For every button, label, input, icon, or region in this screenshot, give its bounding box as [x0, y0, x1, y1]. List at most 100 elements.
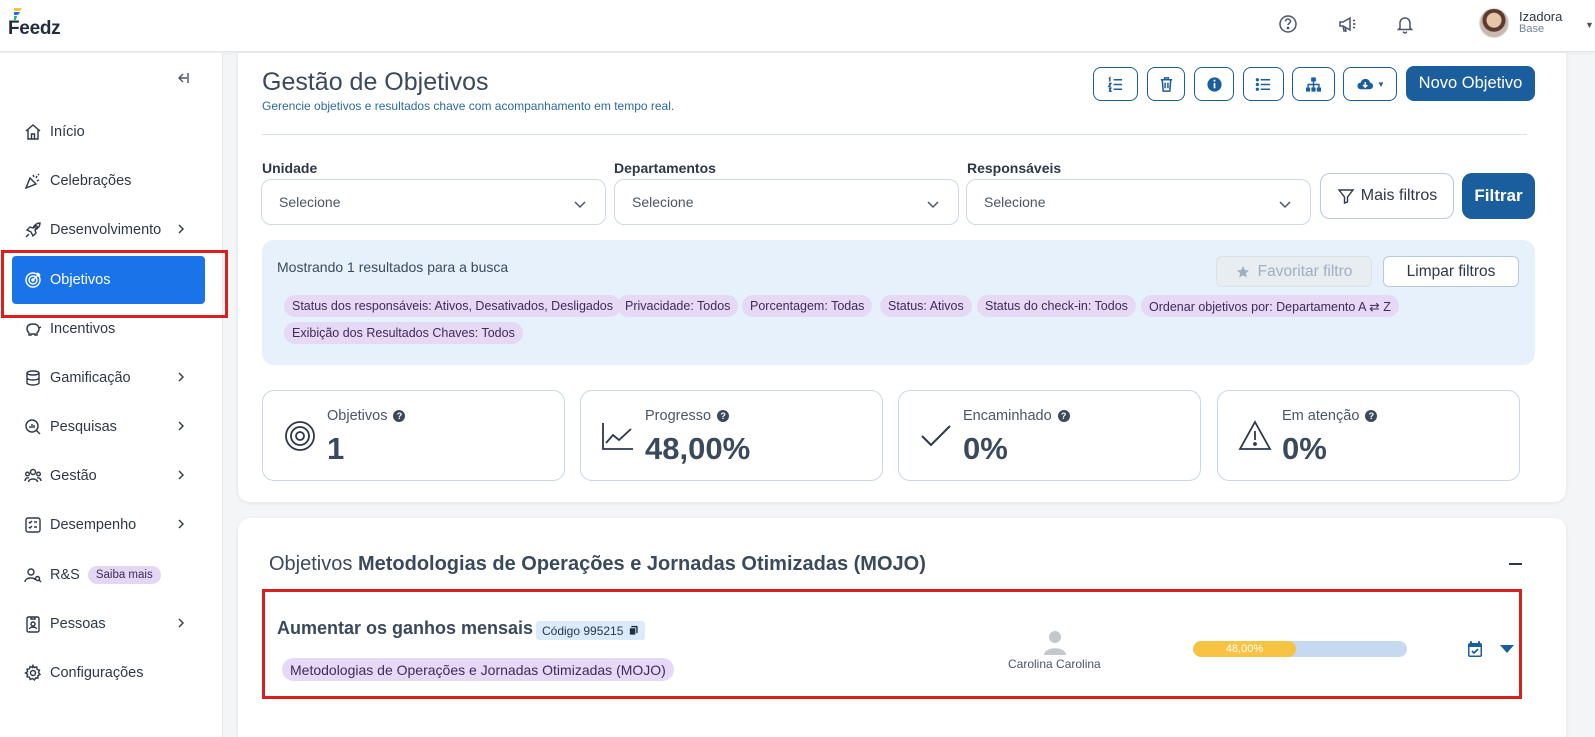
sidebar-item-label: Pesquisas — [50, 419, 117, 435]
feedz-logo-mark-icon — [14, 8, 22, 20]
filter-chip: Exibição dos Resultados Chaves: Todos — [284, 322, 523, 344]
party-popper-icon — [24, 173, 40, 190]
more-filters-button[interactable]: Mais filtros — [1320, 173, 1454, 219]
target-icon — [25, 272, 41, 288]
stat-label: Encaminhado — [963, 408, 1052, 424]
objective-department-tag: Metodologias de Operações e Jornadas Oti… — [282, 658, 674, 681]
sidebar-item-objetivos[interactable]: Objetivos — [12, 256, 205, 304]
sidebar-item-label: Incentivos — [50, 321, 116, 337]
chevron-down-icon — [574, 201, 586, 209]
objective-owner: Carolina Carolina — [1008, 657, 1101, 671]
list-view-button[interactable] — [1243, 67, 1284, 101]
sidebar-item-label: Pessoas — [50, 616, 106, 632]
sidebar-item-rs[interactable]: R&S Saiba mais — [12, 555, 205, 595]
stat-label: Em atenção — [1282, 408, 1360, 424]
gear-icon — [24, 664, 42, 682]
new-objective-button[interactable]: Novo Objetivo — [1406, 66, 1535, 101]
header-divider — [262, 134, 1527, 135]
people-icon — [24, 468, 42, 483]
unidade-select-placeholder: Selecione — [279, 194, 341, 210]
help-icon[interactable]: ? — [1057, 410, 1070, 422]
checklist-icon — [25, 517, 41, 533]
calendar-check-icon[interactable] — [1466, 640, 1484, 658]
user-menu[interactable]: Izadora Base ▼ — [1479, 8, 1594, 38]
chevron-down-icon — [927, 201, 939, 209]
expand-objective-icon[interactable] — [1500, 645, 1514, 653]
user-name: Izadora — [1519, 9, 1563, 24]
page-title: Gestão de Objetivos — [262, 68, 489, 96]
sidebar-item-label: Celebrações — [50, 173, 132, 189]
chevron-right-icon — [178, 372, 184, 382]
hierarchy-view-button[interactable] — [1292, 67, 1335, 101]
stat-card-em-atencao: Em atenção? 0% — [1217, 390, 1520, 481]
responsaveis-select[interactable]: Selecione — [966, 179, 1311, 225]
more-filters-label: Mais filtros — [1360, 187, 1438, 204]
objective-code-badge[interactable]: Código 995215 — [536, 621, 646, 640]
help-icon[interactable]: ? — [393, 410, 406, 422]
info-button[interactable] — [1194, 67, 1234, 101]
sidebar-item-label: R&S — [50, 567, 80, 583]
caret-down-icon: ▼ — [1377, 79, 1385, 89]
search-chart-icon — [25, 419, 41, 435]
stat-card-progresso: Progresso? 48,00% — [580, 390, 883, 481]
objective-title[interactable]: Aumentar os ganhos mensais — [277, 618, 533, 639]
sidebar-item-desempenho[interactable]: Desempenho — [12, 505, 205, 545]
departamentos-label: Departamentos — [614, 160, 716, 176]
sidebar-item-inicio[interactable]: Início — [12, 112, 205, 152]
check-icon — [921, 425, 951, 447]
stat-value: 0% — [1282, 431, 1327, 466]
sidebar-item-incentivos[interactable]: Incentivos — [12, 309, 205, 349]
bell-icon[interactable] — [1394, 13, 1416, 35]
collapse-group-icon[interactable] — [1509, 563, 1522, 565]
help-icon[interactable]: ? — [1365, 410, 1378, 422]
responsaveis-label: Responsáveis — [967, 160, 1062, 176]
feedz-logo[interactable]: Feedz — [8, 6, 61, 40]
sidebar-item-configuracoes[interactable]: Configurações — [12, 653, 205, 693]
sidebar-item-gestao[interactable]: Gestão — [12, 456, 205, 496]
person-search-icon — [24, 568, 42, 583]
sidebar-item-desenvolvimento[interactable]: Desenvolvimento — [12, 210, 205, 250]
megaphone-icon[interactable] — [1336, 13, 1358, 35]
export-dropdown-button[interactable]: ▼ — [1343, 67, 1397, 101]
objective-progress-bar: 48,00% — [1193, 641, 1407, 657]
sidebar-item-label: Gestão — [50, 468, 97, 484]
sidebar-item-label: Desempenho — [50, 517, 137, 533]
piggy-bank-icon — [26, 323, 42, 336]
sidebar-item-pesquisas[interactable]: Pesquisas — [12, 407, 205, 447]
sidebar-item-pessoas[interactable]: Pessoas — [12, 604, 205, 644]
filter-chip: Status dos responsáveis: Ativos, Desativ… — [284, 295, 622, 317]
sidebar-item-gamificacao[interactable]: Gamificação — [12, 358, 205, 398]
objectives-group-heading: Objetivos Metodologias de Operações e Jo… — [269, 553, 926, 576]
chevron-down-icon — [1279, 201, 1291, 209]
key-results-list-button[interactable] — [1093, 67, 1138, 101]
stat-card-encaminhado: Encaminhado? 0% — [898, 390, 1201, 481]
numbered-list-icon — [1107, 75, 1123, 92]
home-icon — [25, 124, 41, 140]
help-icon[interactable] — [1277, 13, 1299, 35]
sitemap-icon — [1305, 76, 1322, 92]
unidade-select[interactable]: Selecione — [261, 179, 606, 225]
delete-button[interactable] — [1147, 67, 1185, 101]
filter-chip: Status: Ativos — [880, 295, 972, 317]
clear-filters-button[interactable]: Limpar filtros — [1383, 256, 1519, 287]
stat-label: Objetivos — [327, 408, 388, 424]
help-icon[interactable]: ? — [717, 410, 730, 422]
search-results-panel: Mostrando 1 resultados para a busca Favo… — [262, 240, 1535, 365]
objective-code: Código 995215 — [542, 623, 624, 638]
stat-card-objetivos: Objetivos? 1 — [262, 390, 565, 481]
unidade-label: Unidade — [262, 160, 318, 176]
sidebar-item-celebracoes[interactable]: Celebrações — [12, 161, 205, 201]
copy-icon[interactable] — [628, 625, 639, 636]
saiba-mais-badge[interactable]: Saiba mais — [87, 566, 161, 584]
results-summary: Mostrando 1 resultados para a busca — [277, 259, 509, 275]
sidebar-item-label: Início — [50, 124, 85, 140]
favorite-filter-button[interactable]: Favoritar filtro — [1216, 256, 1372, 287]
filter-button[interactable]: Filtrar — [1462, 173, 1535, 219]
stat-value: 1 — [327, 431, 345, 466]
departamentos-select[interactable]: Selecione — [614, 179, 959, 225]
objectives-group-prefix: Objetivos — [269, 553, 353, 575]
stat-value: 0% — [963, 431, 1008, 466]
objectives-group-department: Metodologias de Operações e Jornadas Oti… — [357, 553, 926, 575]
line-chart-icon — [602, 423, 633, 450]
collapse-sidebar-icon[interactable] — [175, 71, 189, 88]
